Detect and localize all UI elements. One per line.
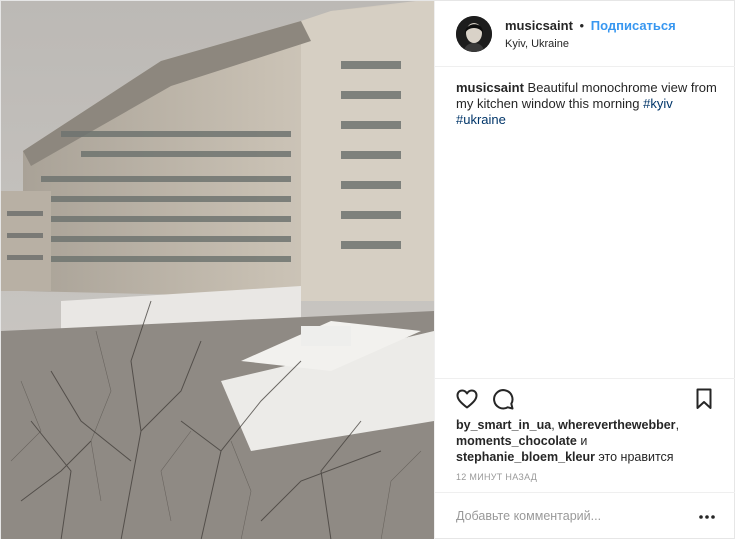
avatar-image <box>456 16 492 52</box>
action-bar <box>435 378 735 418</box>
post-timestamp[interactable]: 12 МИНУТ НАЗАД <box>456 472 537 482</box>
liker-4[interactable]: stephanie_bloem_kleur <box>456 450 595 464</box>
post-header: musicsaint • Подписаться Kyiv, Ukraine <box>435 1 735 67</box>
comment-box <box>435 492 735 539</box>
heart-icon[interactable] <box>455 387 479 411</box>
post-side-panel: musicsaint • Подписаться Kyiv, Ukraine m… <box>434 1 735 539</box>
liker-1[interactable]: by_smart_in_ua <box>456 418 551 432</box>
location-link[interactable]: Kyiv, Ukraine <box>505 38 569 50</box>
username-link[interactable]: musicsaint <box>505 18 573 33</box>
snowy-building-image <box>1 1 434 539</box>
likes-summary: by_smart_in_ua, whereverthewebber, moment… <box>456 417 728 465</box>
likes-and: и <box>576 434 588 448</box>
post-caption: musicsaint Beautiful monochrome view fro… <box>456 80 728 128</box>
post-photo[interactable] <box>1 1 434 539</box>
follow-button[interactable]: Подписаться <box>591 18 676 33</box>
liker-3[interactable]: moments_chocolate <box>456 434 577 448</box>
avatar[interactable] <box>456 16 492 52</box>
hashtag-ukraine[interactable]: #ukraine <box>456 112 506 127</box>
likes-suffix: это нравится <box>594 450 674 464</box>
comment-icon[interactable] <box>491 387 515 411</box>
comment-input[interactable] <box>456 507 686 525</box>
bookmark-icon[interactable] <box>692 387 716 411</box>
post-card: musicsaint • Подписаться Kyiv, Ukraine m… <box>0 0 735 539</box>
caption-username[interactable]: musicsaint <box>456 80 524 95</box>
liker-2[interactable]: whereverthewebber <box>558 418 675 432</box>
hashtag-kyiv[interactable]: #kyiv <box>643 96 673 111</box>
header-user-line: musicsaint • Подписаться <box>505 18 676 33</box>
more-options-icon[interactable] <box>697 507 717 527</box>
separator-dot: • <box>579 18 585 33</box>
likes-sep-2: , <box>675 418 680 432</box>
